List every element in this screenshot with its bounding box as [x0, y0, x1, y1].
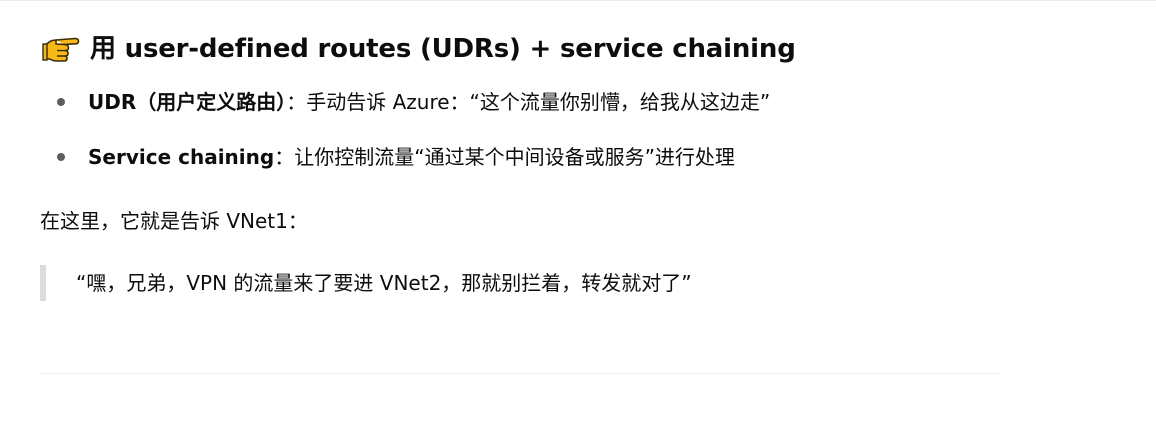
- list-item: UDR（用户定义路由）：手动告诉 Azure：“这个流量你别懵，给我从这边走”: [40, 86, 770, 118]
- top-border: [0, 0, 1156, 1]
- bullet-term: UDR（用户定义路由）: [88, 90, 287, 114]
- blockquote: “嘿，兄弟，VPN 的流量来了要进 VNet2，那就别拦着，转发就对了”: [40, 265, 692, 301]
- section-heading-text: 用 user-defined routes (UDRs) + service c…: [90, 34, 796, 64]
- paragraph: 在这里，它就是告诉 VNet1：: [40, 209, 308, 233]
- bullet-text: ：让你控制流量“通过某个中间设备或服务”进行处理: [274, 145, 735, 169]
- bullet-dot: [57, 98, 65, 106]
- divider: [40, 373, 1000, 374]
- pointing-hand-icon: [42, 30, 80, 64]
- blockquote-text: “嘿，兄弟，VPN 的流量来了要进 VNet2，那就别拦着，转发就对了”: [76, 271, 692, 295]
- section-heading: 用 user-defined routes (UDRs) + service c…: [42, 28, 796, 65]
- bullet-text: ：手动告诉 Azure：“这个流量你别懵，给我从这边走”: [286, 90, 771, 114]
- bullet-term: Service chaining: [88, 145, 275, 169]
- bullet-list: UDR（用户定义路由）：手动告诉 Azure：“这个流量你别懵，给我从这边走” …: [40, 86, 770, 196]
- bullet-dot: [57, 153, 65, 161]
- list-item: Service chaining：让你控制流量“通过某个中间设备或服务”进行处理: [40, 141, 770, 173]
